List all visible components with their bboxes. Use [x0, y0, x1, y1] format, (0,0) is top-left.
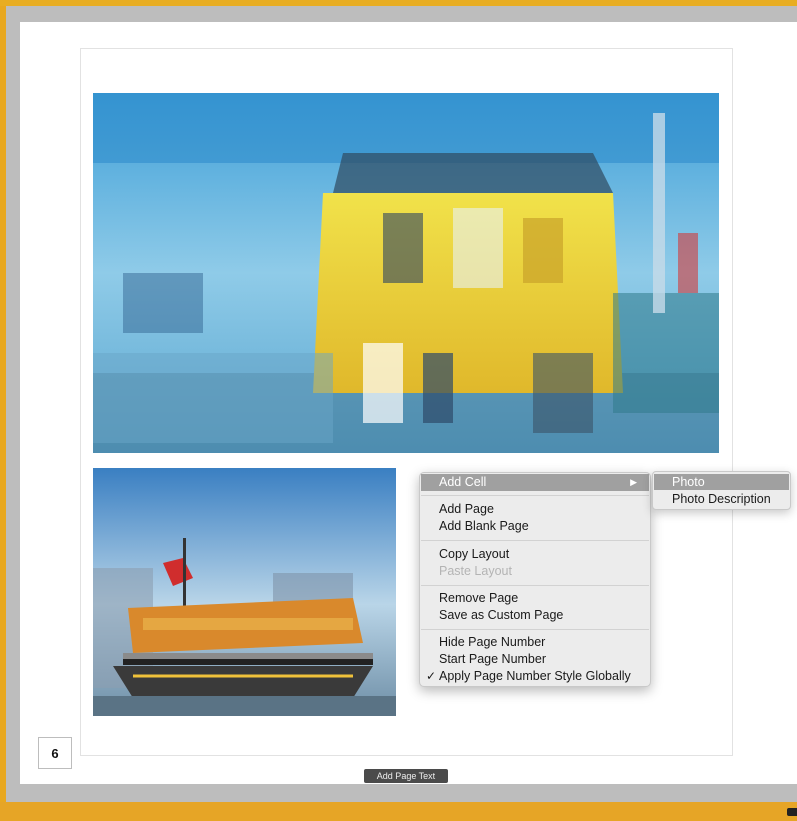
canvas-border-top [6, 6, 797, 22]
boat-reflection-photo [93, 468, 396, 716]
menu-item-apply-page-number-style-globally[interactable]: ✓ Apply Page Number Style Globally [421, 668, 649, 685]
menu-item-copy-layout[interactable]: Copy Layout [421, 546, 649, 563]
menu-item-add-cell[interactable]: Add Cell ▶ [421, 474, 649, 491]
photo-cell-small[interactable] [93, 468, 396, 716]
menu-separator [421, 629, 649, 630]
menu-item-add-page[interactable]: Add Page [421, 501, 649, 518]
menu-item-label: Add Cell [439, 475, 487, 489]
menu-item-start-page-number[interactable]: Start Page Number [421, 651, 649, 668]
book-editor-window: 6 Add Page Text Add Cell ▶ Add Page Add … [0, 0, 797, 821]
context-menu: Add Cell ▶ Add Page Add Blank Page Copy … [419, 472, 651, 687]
menu-item-remove-page[interactable]: Remove Page [421, 590, 649, 607]
submenu-arrow-icon: ▶ [630, 477, 637, 487]
checkmark-icon: ✓ [426, 669, 437, 683]
submenu-item-photo[interactable]: Photo [654, 474, 789, 490]
menu-item-add-blank-page[interactable]: Add Blank Page [421, 518, 649, 535]
page-number[interactable]: 6 [38, 737, 72, 769]
menu-separator [421, 540, 649, 541]
add-cell-submenu: Photo Photo Description [652, 471, 791, 510]
menu-item-hide-page-number[interactable]: Hide Page Number [421, 634, 649, 651]
menu-item-label: Apply Page Number Style Globally [439, 669, 631, 683]
submenu-item-photo-description[interactable]: Photo Description [654, 491, 789, 507]
canvas-border-left [6, 6, 20, 796]
panel-toggle-icon[interactable] [787, 808, 797, 816]
canvas-border-bottom [6, 784, 797, 802]
menu-separator [421, 585, 649, 586]
bottom-filmstrip-bar [0, 802, 797, 821]
photo-cell-large[interactable] [93, 93, 719, 453]
menu-item-paste-layout: Paste Layout [439, 564, 512, 578]
menu-separator [421, 495, 649, 496]
add-page-text-button[interactable]: Add Page Text [364, 769, 448, 783]
water-reflection-house-photo [93, 93, 719, 453]
menu-item-save-custom-page[interactable]: Save as Custom Page [421, 607, 649, 624]
